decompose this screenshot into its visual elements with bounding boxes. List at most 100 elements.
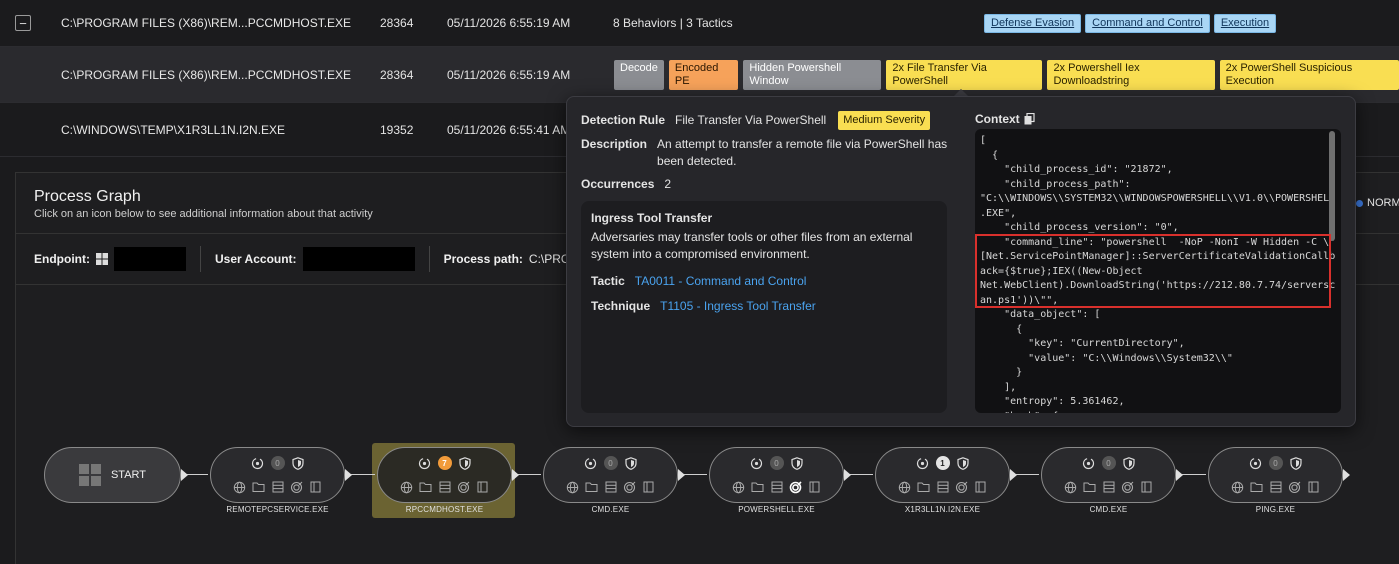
divider [428, 246, 430, 272]
globe-icon[interactable] [400, 480, 414, 494]
shield-icon[interactable] [624, 456, 638, 470]
behavior-tag-iex-downloadstring[interactable]: 2x Powershell Iex Downloadstring [1047, 59, 1215, 90]
node-bottom-icons [378, 480, 511, 494]
network-icon[interactable] [623, 480, 637, 494]
globe-icon[interactable] [898, 480, 912, 494]
registry-icon[interactable] [1269, 480, 1283, 494]
process-row-2[interactable]: C:\PROGRAM FILES (X86)\REM...PCCMDHOST.E… [0, 47, 1399, 103]
process-icon[interactable] [584, 456, 598, 470]
behavior-tag-suspicious-execution[interactable]: 2x PowerShell Suspicious Execution [1219, 59, 1399, 90]
document-icon[interactable] [309, 480, 323, 494]
tactic-link[interactable]: TA0011 - Command and Control [635, 273, 807, 290]
folder-icon[interactable] [751, 480, 765, 494]
node-top-icons: 0 [710, 456, 843, 470]
process-icon[interactable] [916, 456, 930, 470]
shield-icon[interactable] [956, 456, 970, 470]
user-account-redacted [302, 247, 415, 271]
behavior-tag-decode[interactable]: Decode [614, 59, 664, 90]
process-time: 05/11/2026 6:55:19 AM [447, 16, 571, 30]
behavior-count-badge[interactable]: 0 [603, 456, 618, 470]
start-node[interactable]: START [44, 447, 181, 503]
process-icon[interactable] [1249, 456, 1263, 470]
shield-icon[interactable] [291, 456, 305, 470]
arrow-head-icon [1010, 469, 1017, 481]
document-icon[interactable] [1307, 480, 1321, 494]
network-icon[interactable] [789, 480, 803, 494]
endpoint-label: Endpoint: [34, 252, 90, 266]
globe-icon[interactable] [1064, 480, 1078, 494]
behavior-count-badge[interactable]: 0 [1268, 456, 1283, 470]
process-node[interactable]: 7 [377, 447, 512, 503]
registry-icon[interactable] [1102, 480, 1116, 494]
folder-icon[interactable] [252, 480, 266, 494]
process-icon[interactable] [251, 456, 265, 470]
context-scrollbar[interactable] [1329, 131, 1335, 241]
process-path: C:\WINDOWS\TEMP\X1R3LL1N.I2N.EXE [61, 122, 286, 137]
document-icon[interactable] [476, 480, 490, 494]
network-icon[interactable] [290, 480, 304, 494]
tactic-tag-defense-evasion[interactable]: Defense Evasion [984, 13, 1082, 33]
process-node[interactable]: 0 [1208, 447, 1343, 503]
process-icon[interactable] [418, 456, 432, 470]
process-node[interactable]: 1 [875, 447, 1010, 503]
process-node[interactable]: 0 [1041, 447, 1176, 503]
process-node[interactable]: 0 [709, 447, 844, 503]
folder-icon[interactable] [419, 480, 433, 494]
globe-icon[interactable] [566, 480, 580, 494]
registry-icon[interactable] [936, 480, 950, 494]
behavior-count-badge[interactable]: 7 [437, 456, 452, 470]
shield-icon[interactable] [1289, 456, 1303, 470]
process-node[interactable]: 0 [210, 447, 345, 503]
registry-icon[interactable] [770, 480, 784, 494]
process-node-label: POWERSHELL.EXE [738, 505, 815, 514]
document-icon[interactable] [642, 480, 656, 494]
globe-icon[interactable] [233, 480, 247, 494]
network-icon[interactable] [1121, 480, 1135, 494]
shield-icon[interactable] [790, 456, 804, 470]
document-icon[interactable] [974, 480, 988, 494]
globe-icon[interactable] [1231, 480, 1245, 494]
process-icon[interactable] [1082, 456, 1096, 470]
network-icon[interactable] [457, 480, 471, 494]
registry-icon[interactable] [604, 480, 618, 494]
windows-icon [78, 464, 101, 486]
detection-details: Detection Rule File Transfer Via PowerSh… [581, 111, 949, 199]
collapse-button[interactable]: − [15, 15, 31, 31]
tactic-tag-command-and-control[interactable]: Command and Control [1085, 13, 1210, 33]
process-node[interactable]: 0 [543, 447, 678, 503]
shield-icon[interactable] [458, 456, 472, 470]
mitre-title: Ingress Tool Transfer [591, 211, 713, 225]
registry-icon[interactable] [438, 480, 452, 494]
copy-icon[interactable] [1024, 113, 1035, 125]
behavior-tag-encoded-pe[interactable]: Encoded PE [668, 59, 739, 90]
process-row-1[interactable]: − C:\PROGRAM FILES (X86)\REM...PCCMDHOST… [0, 0, 1399, 47]
process-icon[interactable] [750, 456, 764, 470]
technique-link[interactable]: T1105 - Ingress Tool Transfer [660, 298, 816, 315]
tactic-tag-execution[interactable]: Execution [1213, 13, 1277, 33]
arrow-head-icon [345, 469, 352, 481]
network-icon[interactable] [1288, 480, 1302, 494]
behavior-summary: 8 Behaviors | 3 Tactics [613, 16, 733, 30]
document-icon[interactable] [1140, 480, 1154, 494]
globe-icon[interactable] [732, 480, 746, 494]
shield-icon[interactable] [1122, 456, 1136, 470]
document-icon[interactable] [808, 480, 822, 494]
folder-icon[interactable] [1250, 480, 1264, 494]
behavior-count-badge[interactable]: 0 [769, 456, 784, 470]
behavior-count-badge[interactable]: 0 [1101, 456, 1116, 470]
start-label: START [110, 469, 147, 481]
network-icon[interactable] [955, 480, 969, 494]
behavior-tag-file-transfer[interactable]: 2x File Transfer Via PowerShell [886, 59, 1043, 90]
behavior-tag-hidden-powershell[interactable]: Hidden Powershell Window [743, 59, 882, 90]
folder-icon[interactable] [585, 480, 599, 494]
registry-icon[interactable] [271, 480, 285, 494]
behavior-count-badge[interactable]: 1 [935, 456, 950, 470]
process-path: C:\PROGRAM FILES (X86)\REM...PCCMDHOST.E… [61, 67, 352, 82]
node-top-icons: 0 [1209, 456, 1342, 470]
folder-icon[interactable] [917, 480, 931, 494]
folder-icon[interactable] [1083, 480, 1097, 494]
behavior-count-badge[interactable]: 0 [270, 456, 285, 470]
process-path: C:\PROGRAM FILES (X86)\REM...PCCMDHOST.E… [61, 16, 352, 30]
description-value: An attempt to transfer a remote file via… [657, 137, 948, 168]
popup-arrow [954, 89, 968, 96]
